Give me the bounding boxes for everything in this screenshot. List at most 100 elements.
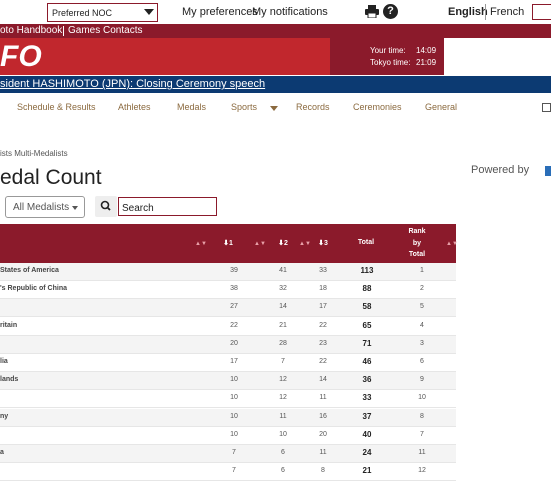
silver-header[interactable]: ⬇2 bbox=[275, 239, 291, 247]
table-row[interactable]: 7 6 8 21 12 bbox=[0, 463, 456, 482]
lang-french[interactable]: French bbox=[490, 6, 524, 18]
sponsor-logo bbox=[545, 166, 551, 176]
total-count: 33 bbox=[362, 393, 372, 403]
sort-icon[interactable]: ▲▼ bbox=[299, 241, 311, 247]
chevron-down-icon bbox=[72, 206, 78, 210]
bronze-count: 18 bbox=[319, 285, 327, 293]
news-ticker: sident HASHIMOTO (JPN): Closing Ceremony… bbox=[0, 76, 551, 93]
print-icon[interactable] bbox=[365, 5, 379, 18]
nav-medals[interactable]: Medals bbox=[177, 102, 206, 112]
help-icon[interactable]: ? bbox=[383, 4, 398, 19]
gold-header[interactable]: ⬇1 bbox=[220, 239, 236, 247]
gold-count: 39 bbox=[230, 267, 238, 274]
medalist-filter-select[interactable]: All Medalists bbox=[5, 196, 85, 218]
gold-count: 22 bbox=[230, 321, 238, 329]
gold-count: 7 bbox=[232, 449, 236, 456]
bronze-count: 33 bbox=[319, 267, 327, 274]
country-name[interactable]: ny bbox=[0, 413, 120, 420]
powered-by-label: Powered by bbox=[471, 164, 530, 176]
nav-ceremonies[interactable]: Ceremonies bbox=[353, 102, 402, 112]
bronze-count: 22 bbox=[319, 321, 327, 329]
nav-schedule-results[interactable]: Schedule & Results bbox=[17, 102, 96, 112]
total-header[interactable]: Total bbox=[353, 239, 379, 246]
filter-selected-value: All Medalists bbox=[13, 202, 70, 213]
rank-count: 10 bbox=[418, 394, 426, 402]
preferred-noc-label: Preferred NOC bbox=[52, 8, 113, 18]
gold-count: 10 bbox=[230, 394, 238, 402]
my-preferences-link[interactable]: My preferences bbox=[182, 6, 258, 18]
handbook-link[interactable]: oto Handbook bbox=[0, 25, 62, 36]
tokyo-time-value: 21:09 bbox=[416, 58, 437, 67]
rank-count: 3 bbox=[420, 339, 424, 347]
page-title: edal Count bbox=[0, 166, 102, 189]
bronze-count: 8 bbox=[321, 467, 325, 475]
rank-count: 12 bbox=[418, 467, 426, 475]
table-row[interactable]: States of America 39 41 33 113 1 bbox=[0, 263, 456, 281]
bronze-count: 16 bbox=[319, 412, 327, 420]
table-row[interactable]: ny 10 11 16 37 8 bbox=[0, 408, 456, 427]
sort-icon[interactable]: ▲▼ bbox=[254, 241, 266, 247]
preferred-noc-select[interactable]: Preferred NOC bbox=[47, 3, 158, 22]
time-panel: Your time: 14:09 Tokyo time: 21:09 bbox=[330, 38, 444, 75]
bronze-count: 17 bbox=[319, 303, 327, 311]
bronze-header[interactable]: ⬇3 bbox=[315, 239, 331, 247]
country-name[interactable]: a bbox=[0, 449, 120, 456]
my-notifications-link[interactable]: My notifications bbox=[252, 6, 328, 18]
table-row[interactable]: 27 14 17 58 5 bbox=[0, 299, 456, 318]
silver-count: 6 bbox=[281, 467, 285, 475]
gold-count: 17 bbox=[230, 358, 238, 365]
table-row[interactable]: 20 28 23 71 3 bbox=[0, 335, 456, 354]
bronze-count: 14 bbox=[319, 376, 327, 384]
table-row[interactable]: a 7 6 11 24 11 bbox=[0, 445, 456, 463]
ticker-link[interactable]: sident HASHIMOTO (JPN): Closing Ceremony… bbox=[0, 78, 265, 90]
country-name[interactable]: lands bbox=[0, 376, 120, 383]
your-time-label: Your time: bbox=[370, 46, 406, 55]
menu-grid-icon[interactable] bbox=[542, 103, 551, 112]
breadcrumb[interactable]: ists Multi-Medalists bbox=[0, 149, 68, 158]
total-count: 36 bbox=[362, 375, 372, 385]
games-contacts-link[interactable]: Games Contacts bbox=[68, 25, 142, 36]
total-count: 88 bbox=[362, 284, 372, 294]
total-count: 40 bbox=[362, 429, 372, 439]
country-name[interactable]: 's Republic of China bbox=[0, 285, 120, 292]
logo[interactable]: FO bbox=[0, 40, 42, 74]
table-row[interactable]: lia 17 7 22 46 6 bbox=[0, 354, 456, 372]
rank-count: 4 bbox=[420, 321, 424, 329]
search-input[interactable] bbox=[118, 197, 217, 216]
nav-athletes[interactable]: Athletes bbox=[118, 102, 151, 112]
table-row[interactable]: 's Republic of China 38 32 18 88 2 bbox=[0, 281, 456, 300]
search-icon bbox=[100, 200, 111, 211]
table-row[interactable]: lands 10 12 14 36 9 bbox=[0, 372, 456, 391]
table-row[interactable]: 10 12 11 33 10 bbox=[0, 390, 456, 409]
silver-count: 12 bbox=[279, 394, 287, 402]
country-name[interactable]: States of America bbox=[0, 267, 120, 274]
table-row[interactable]: ritain 22 21 22 65 4 bbox=[0, 318, 456, 336]
rank-header-line1[interactable]: Rank bbox=[405, 228, 429, 235]
nav-general[interactable]: General bbox=[425, 102, 457, 112]
lang-english[interactable]: English bbox=[448, 6, 488, 18]
nav-sports[interactable]: Sports bbox=[231, 102, 257, 112]
bronze-count: 11 bbox=[319, 394, 327, 402]
silver-count: 41 bbox=[279, 267, 287, 274]
gold-count: 10 bbox=[230, 430, 238, 438]
rank-header-line3[interactable]: Total bbox=[405, 251, 429, 258]
search-button[interactable] bbox=[95, 196, 117, 217]
banner-brand: FO bbox=[0, 38, 330, 75]
rank-header-line2[interactable]: by bbox=[405, 240, 429, 247]
bronze-count: 20 bbox=[319, 430, 327, 438]
country-name[interactable]: ritain bbox=[0, 322, 120, 329]
rank-count: 8 bbox=[420, 412, 424, 420]
sub-header-divider bbox=[63, 26, 64, 36]
table-row[interactable]: 10 10 20 40 7 bbox=[0, 427, 456, 445]
top-bar: Preferred NOC My preferences My notifica… bbox=[0, 0, 551, 24]
chevron-down-icon[interactable] bbox=[270, 106, 278, 111]
nav-records[interactable]: Records bbox=[296, 102, 330, 112]
sort-icon[interactable]: ▲▼ bbox=[446, 241, 458, 247]
silver-count: 10 bbox=[279, 430, 287, 438]
country-name[interactable]: lia bbox=[0, 358, 120, 365]
top-search-input[interactable] bbox=[532, 4, 551, 20]
sort-icon[interactable]: ▲▼ bbox=[195, 241, 207, 247]
gold-count: 20 bbox=[230, 339, 238, 347]
silver-count: 21 bbox=[279, 321, 287, 329]
silver-count: 12 bbox=[279, 376, 287, 384]
